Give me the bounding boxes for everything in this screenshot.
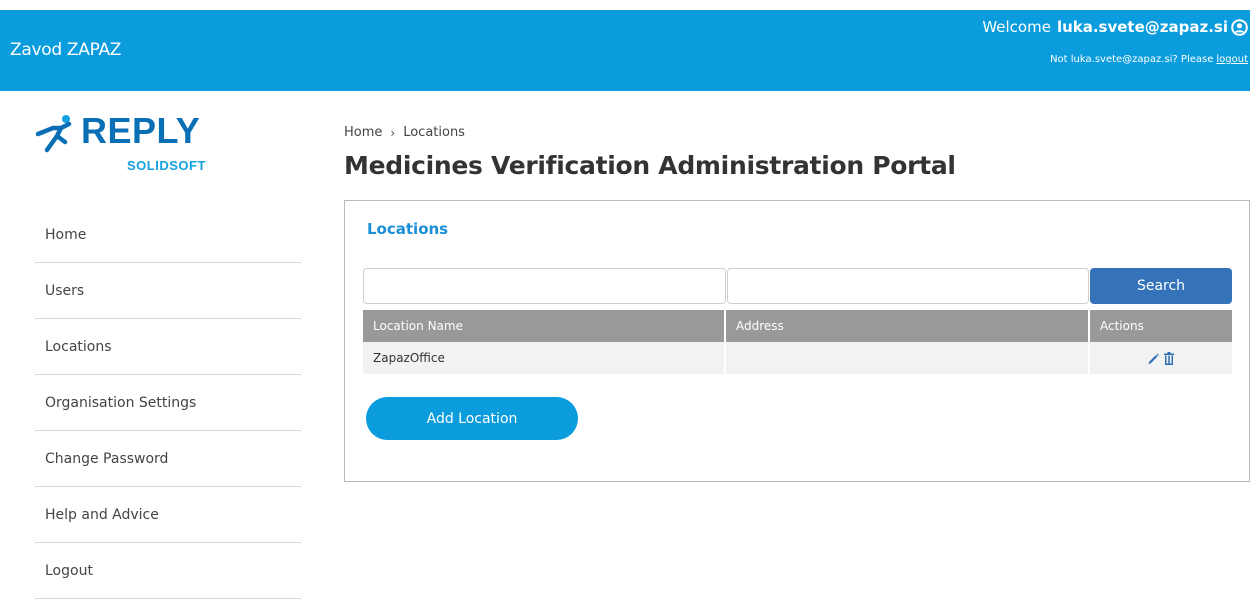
table-header-row: Location Name Address Actions bbox=[363, 310, 1232, 342]
chevron-right-icon: › bbox=[390, 125, 396, 140]
logo-wordmark: REPLY bbox=[81, 110, 201, 151]
user-email: luka.svete@zapaz.si bbox=[1056, 18, 1228, 36]
table-row: ZapazOffice bbox=[363, 342, 1232, 374]
sidebar-item-change-password[interactable]: Change Password bbox=[35, 431, 301, 487]
location-name-search-input[interactable] bbox=[363, 268, 726, 304]
sidebar-item-label: Organisation Settings bbox=[45, 394, 197, 411]
logout-link[interactable]: logout bbox=[1216, 54, 1248, 65]
sidebar-item-label: Users bbox=[45, 282, 85, 299]
locations-table: Location Name Address Actions ZapazOffic… bbox=[363, 310, 1232, 374]
company-logo: REPLY SOLIDSOFT bbox=[35, 110, 265, 180]
not-user-text: Not luka.svete@zapaz.si? Please bbox=[1050, 54, 1214, 65]
sidebar-item-label: Help and Advice bbox=[45, 506, 159, 523]
column-header-address: Address bbox=[725, 310, 1090, 342]
sidebar-item-organisation-settings[interactable]: Organisation Settings bbox=[35, 375, 301, 431]
welcome-prefix: Welcome bbox=[982, 18, 1051, 36]
edit-icon[interactable] bbox=[1147, 352, 1159, 365]
sidebar-item-logout[interactable]: Logout bbox=[35, 543, 301, 599]
logo-subtitle: SOLIDSOFT bbox=[127, 158, 206, 173]
panel-title: Locations bbox=[367, 220, 449, 238]
organisation-name: Zavod ZAPAZ bbox=[10, 40, 122, 60]
column-header-location-name: Location Name bbox=[363, 310, 726, 342]
welcome-message: Welcome luka.svete@zapaz.si bbox=[982, 18, 1248, 36]
add-location-button[interactable]: Add Location bbox=[366, 397, 578, 440]
breadcrumb-home[interactable]: Home bbox=[344, 125, 382, 140]
sidebar-item-label: Logout bbox=[45, 562, 93, 579]
sidebar-item-locations[interactable]: Locations bbox=[35, 319, 301, 375]
not-user-line: Not luka.svete@zapaz.si? Please logout bbox=[1050, 54, 1248, 65]
sidebar-item-label: Home bbox=[45, 226, 87, 243]
sidebar-item-label: Change Password bbox=[45, 450, 169, 467]
locations-panel: Locations Search Location Name Address A… bbox=[344, 200, 1250, 482]
sidebar-nav: Home Users Locations Organisation Settin… bbox=[35, 207, 301, 599]
page-title: Medicines Verification Administration Po… bbox=[344, 151, 956, 180]
address-cell bbox=[725, 342, 1090, 374]
location-name-cell: ZapazOffice bbox=[363, 342, 726, 374]
column-header-actions: Actions bbox=[1089, 310, 1232, 342]
breadcrumb-current: Locations bbox=[403, 125, 465, 140]
breadcrumb: Home › Locations bbox=[344, 125, 465, 140]
user-icon[interactable] bbox=[1231, 18, 1248, 36]
trash-icon[interactable] bbox=[1163, 352, 1175, 365]
address-search-input[interactable] bbox=[727, 268, 1089, 304]
sidebar-item-label: Locations bbox=[45, 338, 112, 355]
top-header-bar: Zavod ZAPAZ Welcome luka.svete@zapaz.si … bbox=[0, 10, 1250, 91]
sidebar-item-users[interactable]: Users bbox=[35, 263, 301, 319]
search-button[interactable]: Search bbox=[1090, 268, 1232, 304]
sidebar-item-home[interactable]: Home bbox=[35, 207, 301, 263]
actions-cell bbox=[1089, 342, 1232, 374]
sidebar-item-help-and-advice[interactable]: Help and Advice bbox=[35, 487, 301, 543]
running-figure-icon bbox=[35, 115, 72, 153]
